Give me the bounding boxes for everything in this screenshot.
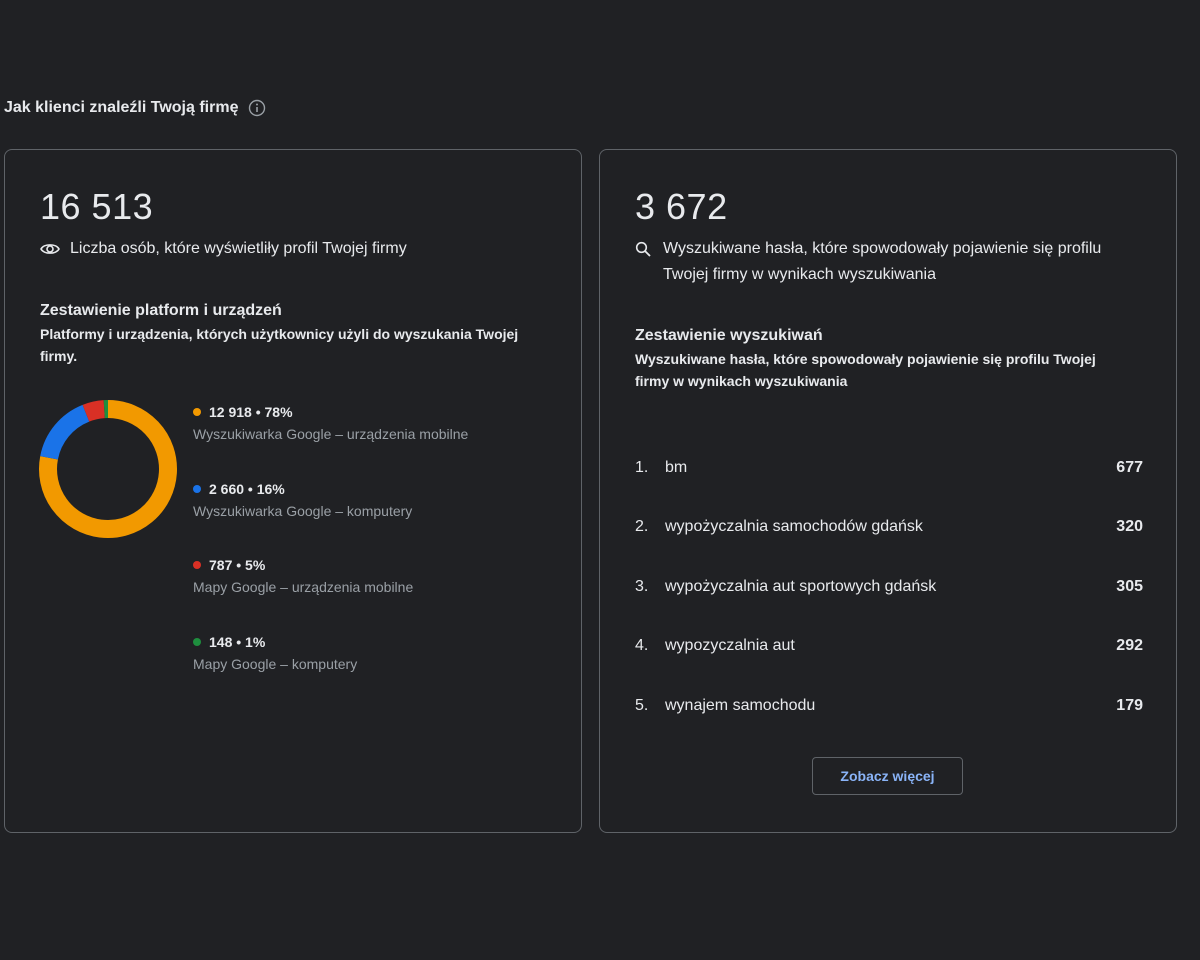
donut-slice-1 <box>40 404 90 460</box>
search-breakdown-description: Wyszukiwane hasła, które spowodowały poj… <box>635 351 1096 389</box>
legend-value: 787 • 5% <box>209 557 266 573</box>
query-rank: 5. <box>635 696 649 714</box>
legend-label: Mapy Google – urządzenia mobilne <box>193 579 414 595</box>
query-rank: 2. <box>635 518 649 536</box>
list-item: 4. wypozyczalnia aut 292 <box>635 617 1143 677</box>
info-icon[interactable] <box>248 99 266 117</box>
legend-dot-blue <box>193 484 201 493</box>
legend-dot-red <box>193 561 201 569</box>
legend-dot-green <box>193 637 201 646</box>
legend-item: 12 918 • 78% Wyszukiwarka Google – urząd… <box>193 402 468 479</box>
profile-views-total: 16 513 <box>40 186 154 227</box>
legend-label: Wyszukiwarka Google – komputery <box>193 502 413 519</box>
query-term: wypożyczalnia aut sportowych gdańsk <box>665 577 937 595</box>
legend-item: 2 660 • 16% Wyszukiwarka Google – komput… <box>193 479 468 556</box>
profile-views-label: Liczba osób, które wyświetliły profil Tw… <box>70 240 407 257</box>
query-term: wypożyczalnia samochodów gdańsk <box>665 518 923 536</box>
legend-value: 12 918 • 78% <box>209 404 293 420</box>
legend-item: 787 • 5% Mapy Google – urządzenia mobiln… <box>193 555 468 632</box>
profile-views-metric: Liczba osób, które wyświetliły profil Tw… <box>40 236 407 262</box>
query-count: 305 <box>1116 577 1143 595</box>
query-rank: 4. <box>635 637 649 655</box>
query-count: 677 <box>1116 458 1143 476</box>
section-title-text: Jak klienci znaleźli Twoją firmę <box>4 99 239 116</box>
query-count: 292 <box>1116 637 1143 655</box>
query-term: wypozyczalnia aut <box>665 637 795 655</box>
section-title: Jak klienci znaleźli Twoją firmę <box>4 99 266 117</box>
legend-label: Mapy Google – komputery <box>193 655 358 672</box>
platform-donut-chart <box>39 400 177 538</box>
donut-slice-2 <box>82 400 106 422</box>
list-item: 3. wypożyczalnia aut sportowych gdańsk 3… <box>635 557 1143 617</box>
eye-icon <box>40 236 60 262</box>
query-rank: 3. <box>635 577 649 595</box>
search-query-list: 1. bm 677 2. wypożyczalnia samochodów gd… <box>635 438 1143 736</box>
list-item: 1. bm 677 <box>635 438 1143 498</box>
legend-dot-orange <box>193 408 201 416</box>
list-item: 2. wypożyczalnia samochodów gdańsk 320 <box>635 498 1143 558</box>
query-term: wynajem samochodu <box>665 696 816 714</box>
search-breakdown-title: Zestawienie wyszukiwań <box>635 327 823 344</box>
query-count: 179 <box>1116 696 1143 714</box>
search-queries-total: 3 672 <box>635 186 728 227</box>
search-queries-label: Wyszukiwane hasła, które spowodowały poj… <box>663 240 1102 283</box>
legend-item: 148 • 1% Mapy Google – komputery <box>193 632 468 709</box>
platform-breakdown-title: Zestawienie platform i urządzeń <box>40 302 282 319</box>
see-more-button[interactable]: Zobacz więcej <box>812 757 963 795</box>
search-queries-card: 3 672 Wyszukiwane hasła, które spowodowa… <box>599 149 1177 833</box>
query-rank: 1. <box>635 458 649 476</box>
platform-breakdown-description: Platformy i urządzenia, których użytkown… <box>40 326 519 364</box>
query-term: bm <box>665 458 688 476</box>
platform-legend: 12 918 • 78% Wyszukiwarka Google – urząd… <box>193 402 468 708</box>
legend-value: 148 • 1% <box>209 633 266 650</box>
list-item: 5. wynajem samochodu 179 <box>635 676 1143 736</box>
legend-label: Wyszukiwarka Google – urządzenia mobilne <box>193 426 469 442</box>
search-icon <box>635 236 653 262</box>
query-count: 320 <box>1116 518 1143 536</box>
legend-value: 2 660 • 16% <box>209 480 285 497</box>
search-queries-metric: Wyszukiwane hasła, które spowodowały poj… <box>635 236 1143 288</box>
profile-views-card: 16 513 Liczba osób, które wyświetliły pr… <box>4 149 582 833</box>
